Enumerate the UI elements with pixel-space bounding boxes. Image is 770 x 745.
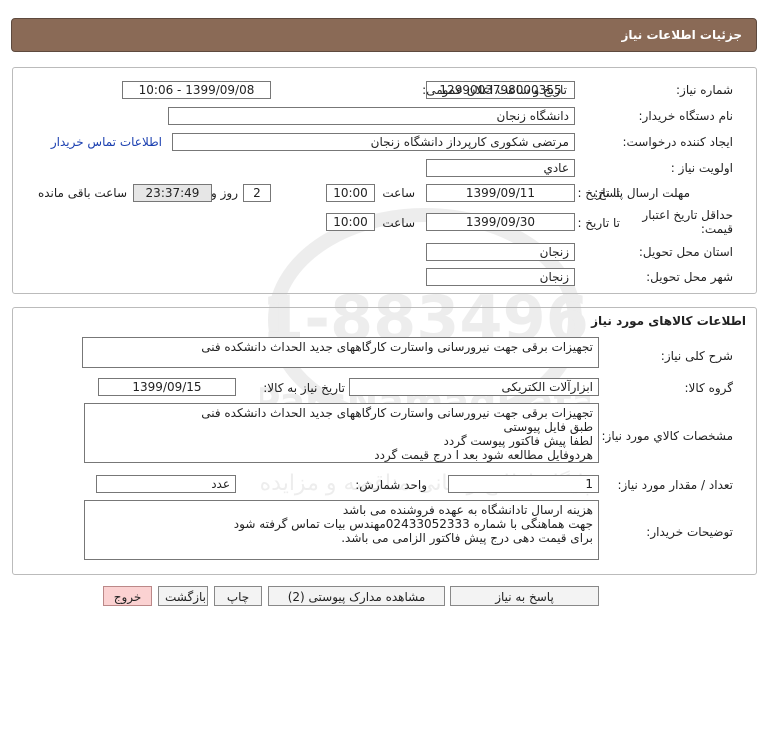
reply-button[interactable]: پاسخ به نیاز xyxy=(450,586,599,606)
page-title: جزئیات اطلاعات نیاز xyxy=(621,28,742,42)
notes-line: جهت هماهنگی با شماره 02433052333مهندس بی… xyxy=(233,517,593,531)
unit-field: عدد xyxy=(96,475,236,493)
need-summary-label: شرح کلی نیاز: xyxy=(660,349,733,363)
need-summary-field: تجهیزات برقی جهت نیرورسانی واستارت کارگا… xyxy=(82,337,599,368)
days-label: روز و xyxy=(211,186,238,200)
quantity-field: 1 xyxy=(448,475,599,493)
validity-label-2: قیمت: xyxy=(700,222,733,236)
announce-label: تاریخ و ساعت اعلان عمومی: xyxy=(422,83,567,97)
back-button[interactable]: بازگشت xyxy=(158,586,208,606)
province-label: استان محل تحویل: xyxy=(638,245,733,259)
buyer-org-field: دانشگاه زنجان xyxy=(168,107,575,125)
time-remaining-field: 23:37:49 xyxy=(133,184,212,202)
print-button[interactable]: چاپ xyxy=(214,586,262,606)
buyer-contact-link[interactable]: اطلاعات تماس خریدار xyxy=(51,135,162,149)
notes-line: هزینه ارسال تادانشگاه به عهده فروشنده می… xyxy=(342,503,593,517)
need-date-label: تاریخ نیاز به کالا: xyxy=(263,381,345,395)
quantity-label: تعداد / مقدار مورد نیاز: xyxy=(617,478,733,492)
validity-until-label: تا تاریخ : xyxy=(577,216,620,230)
validity-date-field: 1399/09/30 xyxy=(426,213,575,231)
priority-field: عادي xyxy=(426,159,575,177)
view-attachments-button[interactable]: مشاهده مدارک پیوستی (2) xyxy=(268,586,445,606)
buyer-notes-field: هزینه ارسال تادانشگاه به عهده فروشنده می… xyxy=(84,500,599,560)
days-remaining-field: 2 xyxy=(243,184,271,202)
announce-field: 1399/09/08 - 10:06 xyxy=(122,81,271,99)
creator-label: ایجاد کننده درخواست: xyxy=(622,135,733,149)
notes-line: برای قیمت دهی درج پیش فاکتور الزامی می ب… xyxy=(341,531,593,545)
buyer-org-label: نام دستگاه خریدار: xyxy=(638,109,734,123)
validity-time-field: 10:00 xyxy=(326,213,375,231)
need-number-label: شماره نیاز: xyxy=(676,83,733,97)
specs-line: تجهیزات برقی جهت نیرورسانی واستارت کارگا… xyxy=(201,406,593,420)
priority-label: اولویت نیاز : xyxy=(670,161,733,175)
validity-label-1: حداقل تاریخ اعتبار xyxy=(642,208,733,222)
specs-label: مشخصات کالاي مورد نیاز: xyxy=(601,429,733,443)
need-info-panel xyxy=(12,67,757,294)
deadline-date-field: 1399/09/11 xyxy=(426,184,575,202)
deadline-until-label: تا تاریخ : xyxy=(577,186,620,200)
specs-line: هردوفایل مطالعه شود بعد ا درج قیمت گردد xyxy=(374,448,593,462)
deadline-time-field: 10:00 xyxy=(326,184,375,202)
city-label: شهر محل تحویل: xyxy=(646,270,733,284)
exit-button[interactable]: خروج xyxy=(103,586,152,606)
deadline-time-label: ساعت xyxy=(382,186,415,200)
specs-field: تجهیزات برقی جهت نیرورسانی واستارت کارگا… xyxy=(84,403,599,463)
need-summary-text: تجهیزات برقی جهت نیرورسانی واستارت کارگا… xyxy=(201,340,593,354)
specs-line: طبق فایل پیوستی xyxy=(503,420,593,434)
goods-section-title: اطلاعات کالاهای مورد نیاز xyxy=(591,314,746,328)
time-remaining-label: ساعت باقی مانده xyxy=(37,186,127,200)
specs-line: لطفا پیش فاکتور پیوست گردد xyxy=(443,434,593,448)
page-header: جزئیات اطلاعات نیاز xyxy=(11,18,757,52)
buyer-notes-label: توضیحات خریدار: xyxy=(646,525,733,539)
province-field: زنجان xyxy=(426,243,575,261)
unit-label: واحد شمارش: xyxy=(355,478,427,492)
goods-group-field: ابزارآلات الکتریکی xyxy=(349,378,599,396)
validity-time-label: ساعت xyxy=(382,216,415,230)
city-field: زنجان xyxy=(426,268,575,286)
need-date-field: 1399/09/15 xyxy=(98,378,236,396)
goods-group-label: گروه کالا: xyxy=(684,381,734,395)
creator-field: مرتضی شکوری کارپرداز دانشگاه زنجان xyxy=(172,133,575,151)
